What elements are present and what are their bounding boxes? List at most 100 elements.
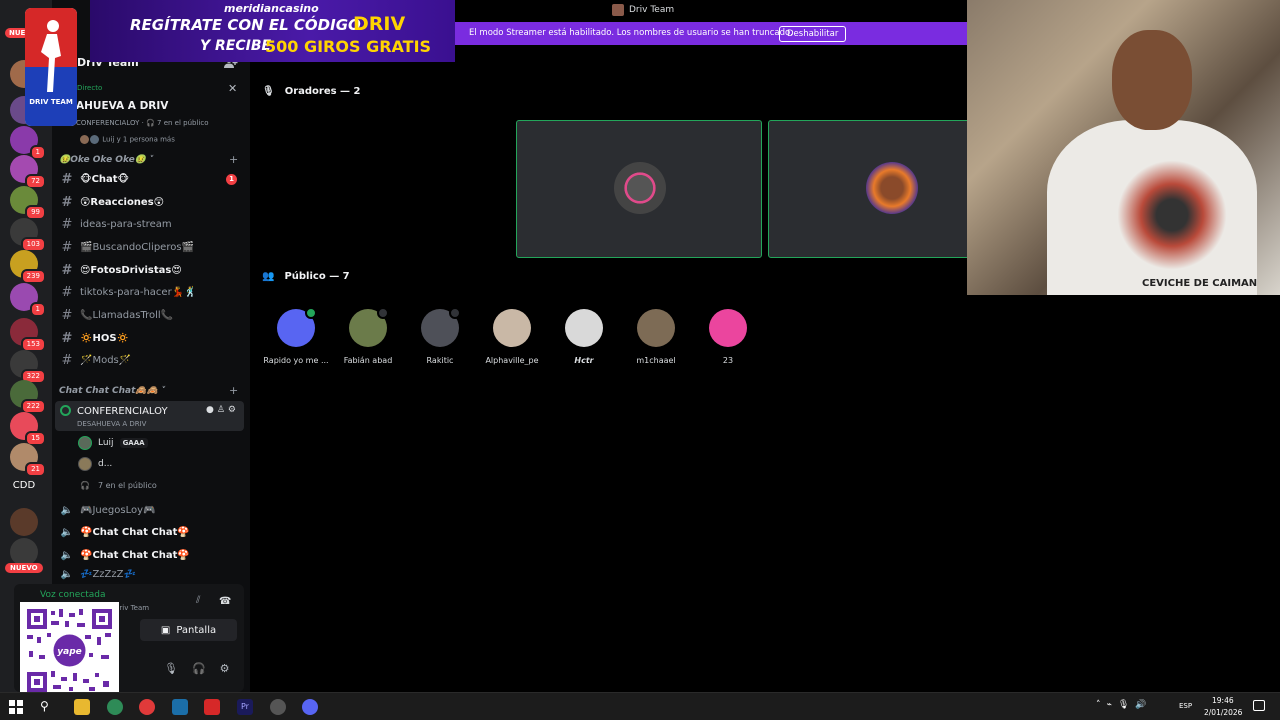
channel-label: 📞LlamadasTroll📞 bbox=[80, 310, 174, 321]
file-explorer-icon[interactable] bbox=[74, 699, 90, 715]
server-icon[interactable]: 222 bbox=[10, 380, 46, 414]
live-stage-title[interactable]: AHUEVA A DRIV bbox=[76, 100, 168, 112]
audience-member[interactable]: Rapido yo me ... bbox=[260, 307, 332, 365]
add-channel-icon[interactable]: + bbox=[229, 384, 238, 397]
server-icon[interactable]: 15 bbox=[10, 412, 46, 446]
server-icon[interactable]: 72 bbox=[10, 155, 46, 189]
server-icon[interactable]: 239 bbox=[10, 250, 46, 284]
channel-item[interactable]: # 🪄Mods🪄 bbox=[56, 350, 246, 371]
banner-code: DRIV bbox=[353, 13, 406, 35]
server-icon[interactable]: 1 bbox=[10, 283, 46, 317]
hash-icon: # bbox=[61, 353, 73, 368]
taskbar: ⚲ Pr bbox=[0, 692, 1280, 720]
audience-member-name: Alphaville_pe bbox=[485, 356, 539, 365]
media-player-icon[interactable] bbox=[139, 699, 155, 715]
premiere-icon[interactable]: Pr bbox=[237, 699, 253, 715]
audience-count: 🎧 7 en el público bbox=[80, 481, 157, 490]
server-icon[interactable] bbox=[10, 508, 38, 536]
category-header[interactable]: 🤢Oke Oke Oke🤢 ˅ bbox=[59, 155, 154, 165]
server-icon[interactable]: 322 bbox=[10, 350, 46, 384]
discord-avatar bbox=[277, 307, 317, 347]
channel-item[interactable]: # 😲Reacciones😲 bbox=[56, 192, 246, 213]
voice-channel-active[interactable]: CONFERENCIALOY DESAHUEVA A DRIV ●♙⚙ bbox=[55, 401, 244, 431]
channel-label: 😲Reacciones😲 bbox=[80, 197, 165, 208]
server-icon[interactable]: 103 bbox=[10, 218, 46, 252]
settings-icon[interactable]: ⚙ bbox=[220, 662, 244, 675]
people-icon: 👥 bbox=[262, 271, 275, 282]
category-header[interactable]: Chat Chat Chat🙈🙈 ˅ bbox=[59, 386, 165, 396]
avatar bbox=[493, 309, 531, 347]
voice-status[interactable]: Voz conectada bbox=[40, 590, 105, 600]
clock-time[interactable]: 19:46 bbox=[1212, 696, 1234, 705]
status-icon bbox=[305, 307, 317, 319]
settings-icon[interactable]: ⚙ bbox=[228, 405, 239, 415]
channel-actions[interactable]: ●♙⚙ bbox=[206, 405, 239, 415]
search-icon[interactable]: ⚲ bbox=[40, 699, 56, 715]
channel-label: 🎬BuscandoCliperos🎬 bbox=[80, 242, 194, 253]
channel-label: 🍄Chat Chat Chat🍄 bbox=[80, 550, 190, 561]
microphone-icon[interactable]: 🎙 bbox=[1118, 700, 1135, 710]
speaker-tile[interactable] bbox=[516, 120, 762, 258]
add-channel-icon[interactable]: + bbox=[229, 153, 238, 166]
microphone-icon[interactable]: 🎙 bbox=[164, 662, 192, 675]
voice-channel-item[interactable]: 🔈 🎮JuegosLoy🎮 bbox=[56, 500, 246, 521]
server-icon[interactable] bbox=[10, 538, 38, 566]
steam-icon[interactable] bbox=[172, 699, 188, 715]
server-icon[interactable]: 153 bbox=[10, 318, 46, 352]
avatar bbox=[78, 457, 92, 471]
shirt-caption: CEVICHE DE CAIMAN bbox=[1142, 278, 1258, 289]
clock-date[interactable]: 2/01/2026 bbox=[1204, 708, 1242, 717]
chat-icon[interactable]: ● bbox=[206, 405, 217, 415]
channel-item[interactable]: # 😍FotosDrivistas😍 bbox=[56, 260, 246, 281]
audience-member[interactable]: m1chaael bbox=[620, 309, 692, 365]
channel-item[interactable]: # 📞LlamadasTroll📞 bbox=[56, 305, 246, 326]
noise-suppression-icon[interactable]: ⫽ bbox=[196, 595, 200, 606]
avatar bbox=[565, 309, 603, 347]
microphone-icon: 🎙 bbox=[262, 86, 275, 97]
channel-item[interactable]: # 🎬BuscandoCliperos🎬 bbox=[56, 237, 246, 258]
headphones-icon[interactable]: 🎧 bbox=[192, 662, 220, 675]
discord-icon[interactable] bbox=[302, 699, 318, 715]
voice-channel-item[interactable]: 🔈 🍄Chat Chat Chat🍄 bbox=[56, 522, 246, 543]
audience-member[interactable]: 𝙃𝙘𝙩𝙧 bbox=[548, 309, 620, 365]
channel-item[interactable]: # 🔅HOS🔅 bbox=[56, 328, 246, 349]
app-icon[interactable] bbox=[204, 699, 220, 715]
chrome-icon[interactable] bbox=[107, 699, 123, 715]
audience-member[interactable]: 23 bbox=[692, 309, 764, 365]
server-icon bbox=[612, 4, 624, 16]
audience-member[interactable]: Fabián abad bbox=[332, 307, 404, 365]
speaker-icon: 🔈 bbox=[60, 505, 74, 516]
channel-item[interactable]: # 🐵Chat🐵 1 bbox=[56, 169, 246, 190]
invite-icon[interactable]: ♙ bbox=[217, 405, 228, 415]
disable-streamer-button[interactable]: Deshabilitar bbox=[779, 26, 847, 42]
new-badge[interactable]: NUEVO bbox=[5, 563, 43, 573]
disconnect-icon[interactable]: ☎ bbox=[219, 596, 231, 607]
audience-member[interactable]: Rakitic bbox=[404, 307, 476, 365]
server-icon[interactable]: 21 bbox=[10, 443, 46, 477]
server-icon[interactable]: 1 bbox=[10, 126, 46, 160]
system-tray[interactable]: ˄⌁🎙🔊 bbox=[1096, 700, 1153, 710]
voice-channel-item[interactable]: 🔈 💤ZzZzZ💤 bbox=[56, 567, 246, 581]
voice-user[interactable]: Luij GAAA bbox=[78, 436, 148, 450]
muted-icon bbox=[377, 307, 389, 319]
notification-icon[interactable] bbox=[1253, 700, 1265, 711]
screen-share-button[interactable]: ▣ Pantalla bbox=[140, 619, 237, 641]
voice-user[interactable]: d... bbox=[78, 457, 112, 471]
volume-icon[interactable]: 🔊 bbox=[1135, 700, 1152, 710]
voice-server-name[interactable]: Driv Team bbox=[114, 604, 149, 612]
obs-icon[interactable] bbox=[270, 699, 286, 715]
chevron-up-icon[interactable]: ˄ bbox=[1096, 700, 1107, 710]
channel-item[interactable]: # ideas-para-stream bbox=[56, 214, 246, 235]
voice-channel-item[interactable]: 🔈 🍄Chat Chat Chat🍄 bbox=[56, 545, 246, 566]
muted-icon bbox=[449, 307, 461, 319]
channel-item[interactable]: # tiktoks-para-hacer💃🕺 bbox=[56, 282, 246, 303]
avatar bbox=[349, 307, 389, 347]
server-icon[interactable]: 99 bbox=[10, 186, 46, 220]
language-indicator[interactable]: ESP bbox=[1179, 702, 1192, 710]
server-cdd[interactable]: CDD bbox=[8, 480, 40, 491]
network-icon[interactable]: ⌁ bbox=[1107, 700, 1118, 710]
live-stage-people: Luij y 1 persona más bbox=[80, 135, 175, 144]
audience-member[interactable]: Alphaville_pe bbox=[476, 309, 548, 365]
windows-start-icon[interactable] bbox=[9, 699, 25, 715]
close-icon[interactable]: ✕ bbox=[228, 82, 237, 95]
